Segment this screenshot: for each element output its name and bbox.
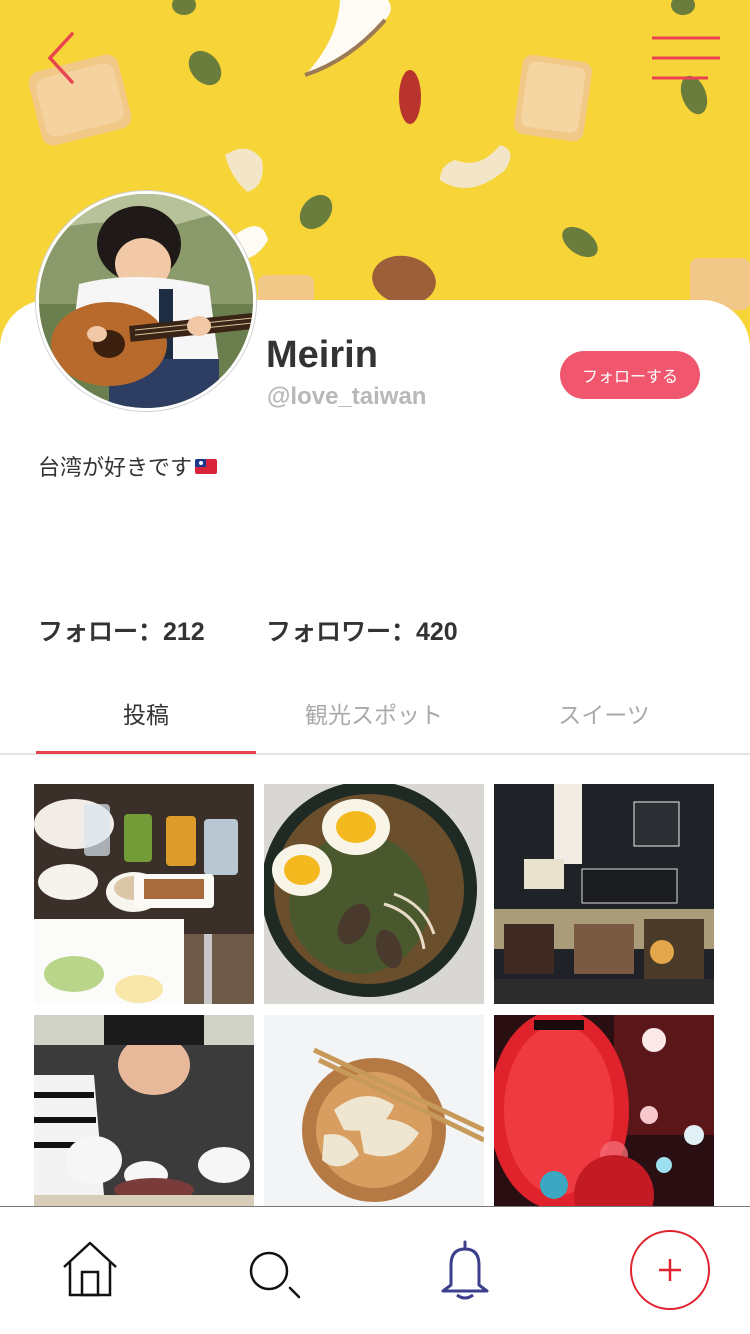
- nav-search-button[interactable]: [245, 1247, 305, 1303]
- post-thumbnail-night-street[interactable]: [494, 784, 714, 1004]
- post-thumbnail-ramen[interactable]: [264, 784, 484, 1004]
- tab-spots[interactable]: 観光スポット: [264, 696, 484, 730]
- search-icon: [249, 1251, 301, 1299]
- chevron-left-icon: [47, 32, 74, 84]
- following-count[interactable]: フォロー：212: [38, 612, 205, 648]
- nav-home-button[interactable]: [60, 1239, 120, 1299]
- profile-bio: 台湾が好きです: [38, 450, 218, 482]
- tab-sweets[interactable]: スイーツ: [494, 696, 714, 730]
- bio-text: 台湾が好きです: [38, 456, 193, 481]
- profile-handle: @love_taiwan: [267, 383, 427, 410]
- post-thumbnail-lanterns[interactable]: [494, 1015, 714, 1235]
- taiwan-flag-icon: [195, 458, 218, 474]
- hamburger-menu-icon: [652, 36, 720, 80]
- nav-add-post-button[interactable]: [629, 1229, 711, 1311]
- post-thumbnail-tea[interactable]: [34, 1015, 254, 1235]
- follow-button[interactable]: フォローする: [560, 351, 700, 399]
- active-tab-indicator: [36, 751, 256, 754]
- avatar[interactable]: [36, 191, 256, 411]
- nav-notifications-button[interactable]: [437, 1239, 493, 1301]
- profile-name: Meirin: [266, 334, 378, 376]
- bell-icon: [441, 1240, 489, 1300]
- back-button[interactable]: [40, 28, 90, 88]
- home-icon: [63, 1241, 117, 1297]
- post-thumbnail-dumplings[interactable]: [264, 1015, 484, 1235]
- plus-icon: [630, 1230, 710, 1310]
- menu-button[interactable]: [648, 30, 724, 84]
- bottom-nav: [0, 1206, 750, 1334]
- post-thumbnail-breakfast[interactable]: [34, 784, 254, 1004]
- tab-posts[interactable]: 投稿: [36, 696, 256, 730]
- followers-count[interactable]: フォロワー：420: [266, 612, 458, 648]
